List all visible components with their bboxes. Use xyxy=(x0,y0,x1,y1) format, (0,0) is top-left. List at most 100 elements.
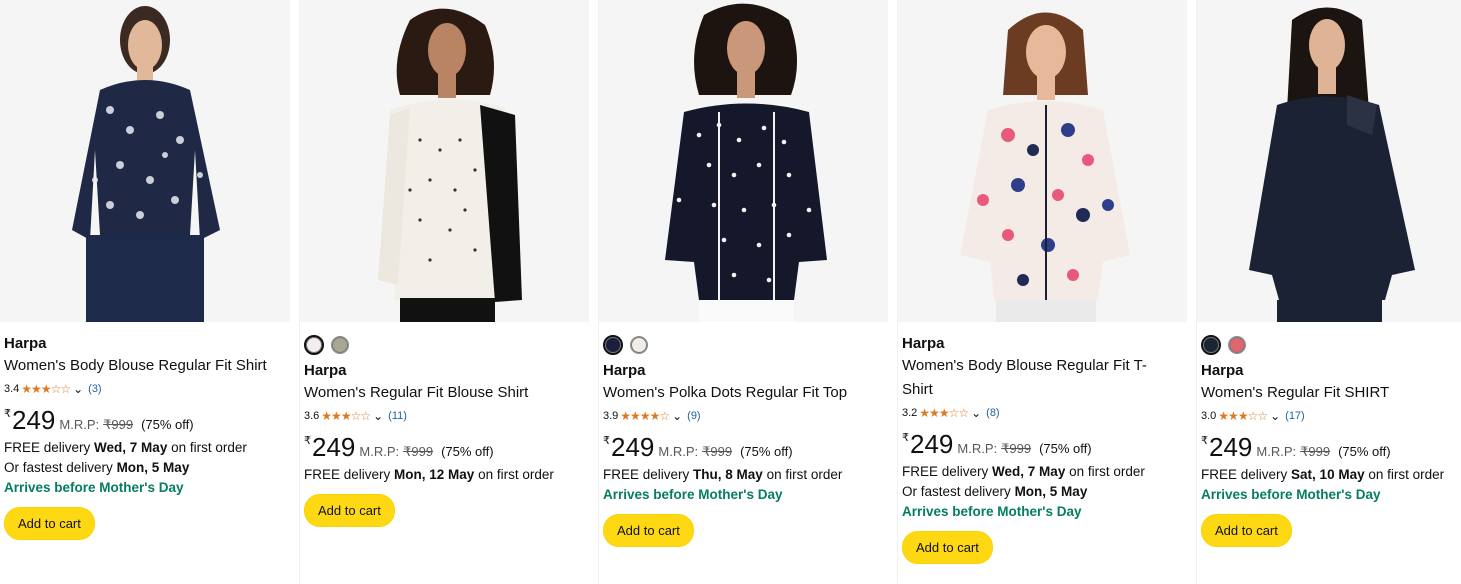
color-swatch[interactable] xyxy=(1228,335,1246,354)
product-card[interactable]: Harpa Women's Body Blouse Regular Fit Sh… xyxy=(0,0,290,584)
price: 249 xyxy=(12,405,56,435)
mrp-label: M.R.P: xyxy=(59,417,100,432)
product-title[interactable]: Women's Regular Fit SHIRT xyxy=(1201,381,1457,405)
rating-value: 3.9 xyxy=(603,410,619,422)
star-rating-icon[interactable]: ★★★☆☆ xyxy=(321,409,371,423)
delivery-info: FREE delivery Wed, 7 May on first order … xyxy=(902,462,1183,502)
mrp-value: ₹999 xyxy=(403,444,434,459)
add-to-cart-button[interactable]: Add to cart xyxy=(902,531,993,564)
color-swatch[interactable] xyxy=(1201,334,1221,355)
chevron-down-icon[interactable]: ⌄ xyxy=(672,409,682,423)
model-image xyxy=(300,0,589,322)
delivery-prefix: FREE delivery xyxy=(902,464,989,479)
brand-name: Harpa xyxy=(1201,362,1244,379)
delivery-suffix: on first order xyxy=(1069,464,1145,479)
color-swatch[interactable] xyxy=(331,335,349,354)
review-count-link[interactable]: (8) xyxy=(986,407,999,419)
chevron-down-icon[interactable]: ⌄ xyxy=(971,406,981,420)
brand-name: Harpa xyxy=(304,362,347,379)
delivery-date: Wed, 7 May xyxy=(94,440,168,455)
delivery-info: FREE delivery Wed, 7 May on first order … xyxy=(4,438,286,478)
product-title[interactable]: Women's Body Blouse Regular Fit Shirt xyxy=(4,354,286,378)
product-image[interactable] xyxy=(898,0,1187,322)
star-rating-icon[interactable]: ★★★☆☆ xyxy=(919,406,969,420)
fastest-prefix: Or fastest delivery xyxy=(4,460,113,475)
fastest-date: Mon, 5 May xyxy=(116,460,190,475)
rating-value: 3.4 xyxy=(4,383,20,395)
rating-row[interactable]: 3.2 ★★★☆☆ ⌄ (8) xyxy=(902,404,1183,422)
delivery-suffix: on first order xyxy=(478,467,554,482)
model-image xyxy=(599,0,888,322)
delivery-date: Thu, 8 May xyxy=(693,467,763,482)
product-card[interactable]: Harpa Women's Regular Fit Blouse Shirt 3… xyxy=(299,0,589,584)
discount: (75% off) xyxy=(1338,444,1391,459)
rating-row[interactable]: 3.9 ★★★★☆ ⌄ (9) xyxy=(603,407,884,425)
price: 249 xyxy=(910,429,954,459)
model-image xyxy=(898,0,1187,322)
price-row: ₹ 249 M.R.P: ₹999 (75% off) xyxy=(902,430,1183,460)
color-swatch[interactable] xyxy=(304,334,324,355)
rating-value: 3.2 xyxy=(902,407,918,419)
star-rating-icon[interactable]: ★★★☆☆ xyxy=(1218,409,1268,423)
add-to-cart-button[interactable]: Add to cart xyxy=(304,494,395,527)
product-image[interactable] xyxy=(0,0,290,322)
fastest-date: Mon, 5 May xyxy=(1014,484,1088,499)
delivery-info: FREE delivery Thu, 8 May on first order xyxy=(603,465,884,485)
add-to-cart-button[interactable]: Add to cart xyxy=(1201,514,1292,547)
product-image[interactable] xyxy=(1197,0,1461,322)
chevron-down-icon[interactable]: ⌄ xyxy=(373,409,383,423)
promo-text: Arrives before Mother's Day xyxy=(1201,487,1381,502)
price: 249 xyxy=(611,432,655,462)
product-card[interactable]: Harpa Women's Regular Fit SHIRT 3.0 ★★★☆… xyxy=(1196,0,1461,584)
color-swatches xyxy=(304,328,585,361)
mrp-label: M.R.P: xyxy=(359,444,400,459)
add-to-cart-button[interactable]: Add to cart xyxy=(4,507,95,540)
delivery-date: Sat, 10 May xyxy=(1291,467,1365,482)
brand-name: Harpa xyxy=(4,335,47,352)
delivery-prefix: FREE delivery xyxy=(304,467,391,482)
product-title[interactable]: Women's Polka Dots Regular Fit Top xyxy=(603,381,884,405)
product-title[interactable]: Women's Body Blouse Regular Fit T- Shirt xyxy=(902,354,1183,402)
product-image[interactable] xyxy=(300,0,589,322)
brand-name: Harpa xyxy=(902,335,945,352)
currency-symbol: ₹ xyxy=(1201,435,1208,447)
price-row: ₹ 249 M.R.P: ₹999 (75% off) xyxy=(304,433,585,463)
product-card[interactable]: Harpa Women's Body Blouse Regular Fit T-… xyxy=(897,0,1187,584)
product-image[interactable] xyxy=(599,0,888,322)
discount: (75% off) xyxy=(141,417,194,432)
price: 249 xyxy=(312,432,356,462)
brand-name: Harpa xyxy=(603,362,646,379)
product-title-line2: Shirt xyxy=(902,381,933,398)
rating-row[interactable]: 3.0 ★★★☆☆ ⌄ (17) xyxy=(1201,407,1457,425)
chevron-down-icon[interactable]: ⌄ xyxy=(1270,409,1280,423)
rating-value: 3.0 xyxy=(1201,410,1217,422)
product-title-line1: Women's Body Blouse Regular Fit T- xyxy=(902,357,1147,374)
product-title[interactable]: Women's Regular Fit Blouse Shirt xyxy=(304,381,585,405)
delivery-suffix: on first order xyxy=(171,440,247,455)
color-swatch[interactable] xyxy=(603,334,623,355)
delivery-date: Wed, 7 May xyxy=(992,464,1066,479)
star-rating-icon[interactable]: ★★★☆☆ xyxy=(21,382,71,396)
delivery-suffix: on first order xyxy=(766,467,843,482)
chevron-down-icon[interactable]: ⌄ xyxy=(73,382,83,396)
rating-value: 3.6 xyxy=(304,410,320,422)
review-count-link[interactable]: (9) xyxy=(687,410,700,422)
delivery-info: FREE delivery Mon, 12 May on first order xyxy=(304,465,585,485)
mrp-value: ₹999 xyxy=(103,417,134,432)
review-count-link[interactable]: (11) xyxy=(388,410,407,422)
add-to-cart-button[interactable]: Add to cart xyxy=(603,514,694,547)
mrp-value: ₹999 xyxy=(702,444,733,459)
product-grid: Harpa Women's Body Blouse Regular Fit Sh… xyxy=(0,0,1461,584)
price-row: ₹ 249 M.R.P: ₹999 (75% off) xyxy=(603,433,884,463)
model-image xyxy=(1197,0,1461,322)
review-count-link[interactable]: (3) xyxy=(88,383,101,395)
mrp-value: ₹999 xyxy=(1300,444,1331,459)
product-card[interactable]: Harpa Women's Polka Dots Regular Fit Top… xyxy=(598,0,888,584)
currency-symbol: ₹ xyxy=(902,432,909,444)
rating-row[interactable]: 3.4 ★★★☆☆ ⌄ (3) xyxy=(4,380,286,398)
promo-text: Arrives before Mother's Day xyxy=(902,504,1082,519)
star-rating-icon[interactable]: ★★★★☆ xyxy=(620,409,670,423)
review-count-link[interactable]: (17) xyxy=(1285,410,1305,422)
rating-row[interactable]: 3.6 ★★★☆☆ ⌄ (11) xyxy=(304,407,585,425)
color-swatch[interactable] xyxy=(630,335,648,354)
